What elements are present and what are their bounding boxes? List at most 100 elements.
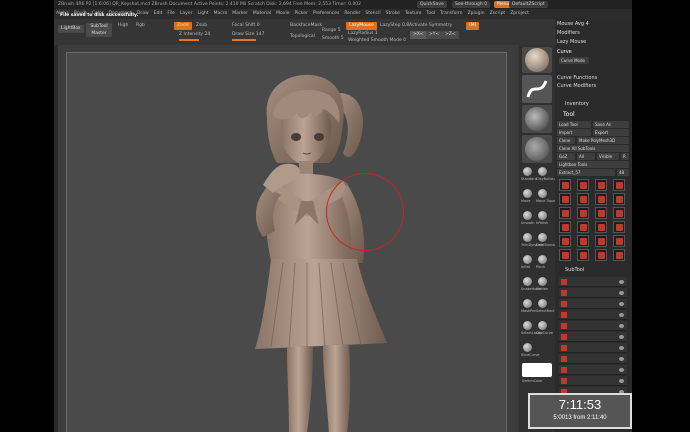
tool-thumbnail[interactable] — [577, 249, 589, 261]
brush-move-topological-icon[interactable] — [538, 189, 547, 198]
activate-symmetry-button[interactable]: Activate Symmetry — [409, 23, 452, 28]
menu-draw[interactable]: Draw — [137, 11, 149, 16]
tool-thumbnail[interactable] — [595, 193, 607, 205]
zadd-button[interactable]: Zadd — [174, 22, 192, 30]
menu-render[interactable]: Render — [344, 11, 360, 16]
subtool-row[interactable] — [559, 299, 627, 309]
focal-shift-slider[interactable]: Focal Shift 0 — [232, 23, 260, 28]
sphere-material-button[interactable] — [522, 47, 552, 73]
zsub-button[interactable]: Zsub — [196, 23, 207, 28]
menu-texture[interactable]: Texture — [405, 11, 421, 16]
quicksave-button[interactable]: QuickSave — [417, 1, 447, 8]
subtool-row[interactable] — [559, 343, 627, 353]
brush-smooth-icon[interactable] — [523, 211, 532, 220]
menu-marker[interactable]: Marker — [232, 11, 248, 16]
menu-picker[interactable]: Picker — [294, 11, 307, 16]
eye-icon[interactable] — [619, 368, 624, 372]
range-slider[interactable]: Range 5 — [322, 28, 341, 33]
menu-zproject[interactable]: Zproject — [510, 11, 529, 16]
menu-macro[interactable]: Macro — [214, 11, 228, 16]
subtool-master-button[interactable]: SubTool Master — [86, 23, 112, 37]
tool-thumbnail[interactable] — [595, 179, 607, 191]
zintensity-slider[interactable]: Z Intensity 24 — [179, 32, 210, 37]
seethrough-slider[interactable]: See-through 0 — [452, 1, 490, 8]
eye-icon[interactable] — [619, 324, 624, 328]
lazymouse-button[interactable]: LazyMouse — [346, 22, 377, 30]
lazystep-slider[interactable]: LazyStep 0.8 — [380, 23, 409, 28]
lightbox-button[interactable]: LightBox — [58, 25, 84, 33]
make-polymesh-button[interactable]: Make PolyMesh3D — [577, 137, 629, 144]
weighted-smooth-slider[interactable]: Weighted Smooth Mode 0 — [348, 38, 406, 43]
tool-thumbnail[interactable] — [613, 207, 625, 219]
lazy-mouse-label[interactable]: Lazy Mouse — [557, 39, 586, 45]
subtool-row[interactable] — [559, 310, 627, 320]
eye-icon[interactable] — [619, 302, 624, 306]
curve-functions-label[interactable]: Curve Functions — [557, 75, 597, 81]
eye-icon[interactable] — [619, 357, 624, 361]
x-symmetry-button[interactable]: >X< — [410, 31, 427, 39]
tool-thumbnail[interactable] — [559, 207, 571, 219]
eye-icon[interactable] — [619, 291, 624, 295]
texture-button[interactable] — [522, 135, 552, 163]
alpha-button[interactable] — [522, 105, 552, 133]
brush-move-icon[interactable] — [523, 189, 532, 198]
tool-thumbnail[interactable] — [577, 207, 589, 219]
eye-icon[interactable] — [619, 313, 624, 317]
brush-snakehook-icon[interactable] — [523, 277, 532, 286]
subtool-row[interactable] — [559, 288, 627, 298]
tool-thumbnail[interactable] — [613, 249, 625, 261]
tool-thumbnail[interactable] — [559, 193, 571, 205]
menu-zscript[interactable]: Zscript — [490, 11, 506, 16]
menu-movie[interactable]: Movie — [276, 11, 289, 16]
rgb-label[interactable]: Rgb — [136, 23, 145, 28]
tool-thumbnail[interactable] — [559, 179, 571, 191]
brush-claybuildup-icon[interactable] — [538, 167, 547, 176]
curve-label[interactable]: Curve — [557, 49, 572, 55]
subtool-row[interactable] — [559, 321, 627, 331]
curve-mode-button[interactable]: Curve Mode — [559, 57, 589, 64]
default-zscript-button[interactable]: DefaultZScript — [509, 1, 548, 8]
menu-layer[interactable]: Layer — [180, 11, 193, 16]
brush-inflat-icon[interactable] — [523, 255, 532, 264]
tool-thumbnail[interactable] — [613, 235, 625, 247]
y-symmetry-button[interactable]: >Y< — [426, 31, 443, 39]
eye-icon[interactable] — [619, 335, 624, 339]
lazyradius-slider[interactable]: LazyRadius 1 — [348, 31, 378, 36]
tool-thumbnail[interactable] — [613, 221, 625, 233]
brush-damstandard-icon[interactable] — [538, 233, 547, 242]
document-canvas[interactable] — [66, 52, 507, 432]
stroke-button[interactable] — [522, 75, 552, 103]
tool-thumbnail[interactable] — [595, 235, 607, 247]
subtool-row[interactable] — [559, 376, 627, 386]
export-button[interactable]: Export — [593, 129, 629, 136]
menu-stencil[interactable]: Stencil — [365, 11, 380, 16]
inventory-label[interactable]: Inventory — [565, 101, 589, 107]
tool-thumbnail[interactable] — [613, 179, 625, 191]
tool-thumbnail[interactable] — [559, 249, 571, 261]
load-tool-button[interactable]: Load Tool — [557, 121, 591, 128]
eye-icon[interactable] — [619, 379, 624, 383]
tool-thumbnail[interactable] — [559, 221, 571, 233]
tool-panel-title[interactable]: Tool — [563, 111, 575, 118]
brush-maskpen-icon[interactable] — [523, 299, 532, 308]
subtool-row[interactable] — [559, 332, 627, 342]
menu-transform[interactable]: Transform — [440, 11, 462, 16]
high-label[interactable]: High — [118, 23, 128, 28]
brush-slicecurve-icon[interactable] — [523, 343, 532, 352]
menu-file[interactable]: File — [167, 11, 175, 16]
subtool-row[interactable] — [559, 354, 627, 364]
brush-standard-icon[interactable] — [523, 167, 532, 176]
topological-button[interactable]: Topological — [290, 34, 315, 39]
tool-thumbnail[interactable] — [595, 221, 607, 233]
save-as-button[interactable]: Save As — [593, 121, 629, 128]
menu-zplugin[interactable]: Zplugin — [468, 11, 485, 16]
menu-edit[interactable]: Edit — [154, 11, 163, 16]
z-symmetry-button[interactable]: >Z< — [442, 31, 459, 39]
brush-trimdynamic-icon[interactable] — [523, 233, 532, 242]
brush-flatten-icon[interactable] — [538, 277, 547, 286]
tool-thumbnail[interactable] — [595, 207, 607, 219]
import-button[interactable]: Import — [557, 129, 591, 136]
subtool-row[interactable] — [559, 277, 627, 287]
backface-mask-button[interactable]: BackfaceMask — [290, 23, 322, 28]
brush-hpolish-icon[interactable] — [538, 211, 547, 220]
